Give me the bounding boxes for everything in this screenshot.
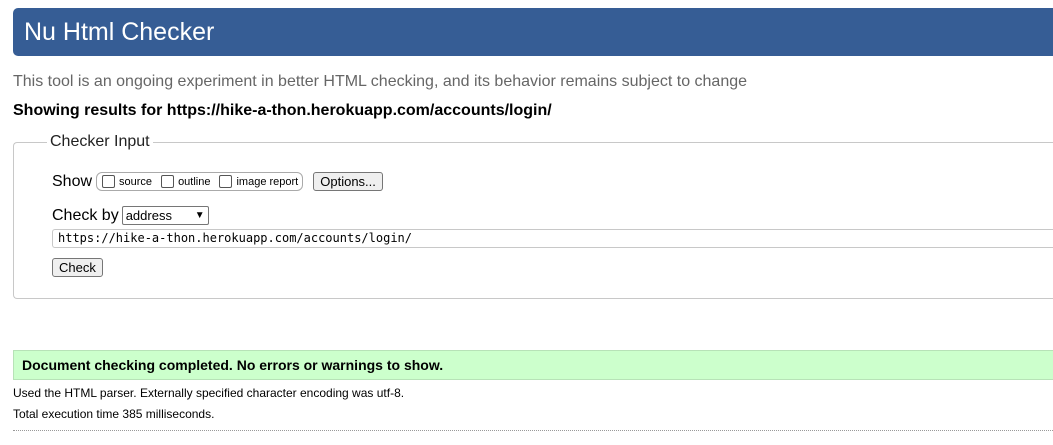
show-image-report-option[interactable]: image report (216, 175, 298, 188)
options-button[interactable]: Options... (313, 172, 383, 191)
checker-input-legend: Checker Input (50, 133, 150, 150)
check-by-selected-value: address (125, 208, 172, 223)
show-source-option[interactable]: source (99, 175, 152, 188)
outline-checkbox[interactable] (161, 175, 175, 188)
show-outline-option[interactable]: outline (158, 175, 210, 188)
results-heading: Showing results for https://hike-a-thon.… (13, 102, 552, 119)
check-button[interactable]: Check (52, 258, 103, 277)
check-by-label: Check by (52, 206, 119, 224)
execution-time: Total execution time 385 milliseconds. (13, 407, 215, 421)
outline-checkbox-label: outline (178, 175, 211, 188)
check-by-row: Check by address ▼ (52, 206, 209, 225)
divider (13, 430, 1053, 431)
image-report-checkbox-label: image report (236, 175, 299, 188)
image-report-checkbox[interactable] (219, 175, 233, 188)
show-row: Show source outline image report Options… (52, 172, 383, 191)
header-bar: Nu Html Checker (13, 8, 1053, 56)
parser-info: Used the HTML parser. Externally specifi… (13, 386, 405, 400)
url-input[interactable]: https://hike-a-thon.herokuapp.com/accoun… (52, 229, 1053, 248)
chevron-down-icon: ▼ (194, 210, 205, 221)
success-message: Document checking completed. No errors o… (13, 350, 1053, 380)
subtitle: This tool is an ongoing experiment in be… (13, 73, 748, 90)
page: Nu Html Checker This tool is an ongoing … (0, 0, 1053, 445)
check-by-select[interactable]: address ▼ (121, 206, 209, 225)
source-checkbox[interactable] (102, 175, 116, 188)
show-options-group: source outline image report (96, 172, 304, 191)
show-label: Show (52, 172, 93, 190)
page-title: Nu Html Checker (24, 17, 215, 46)
source-checkbox-label: source (119, 175, 153, 188)
